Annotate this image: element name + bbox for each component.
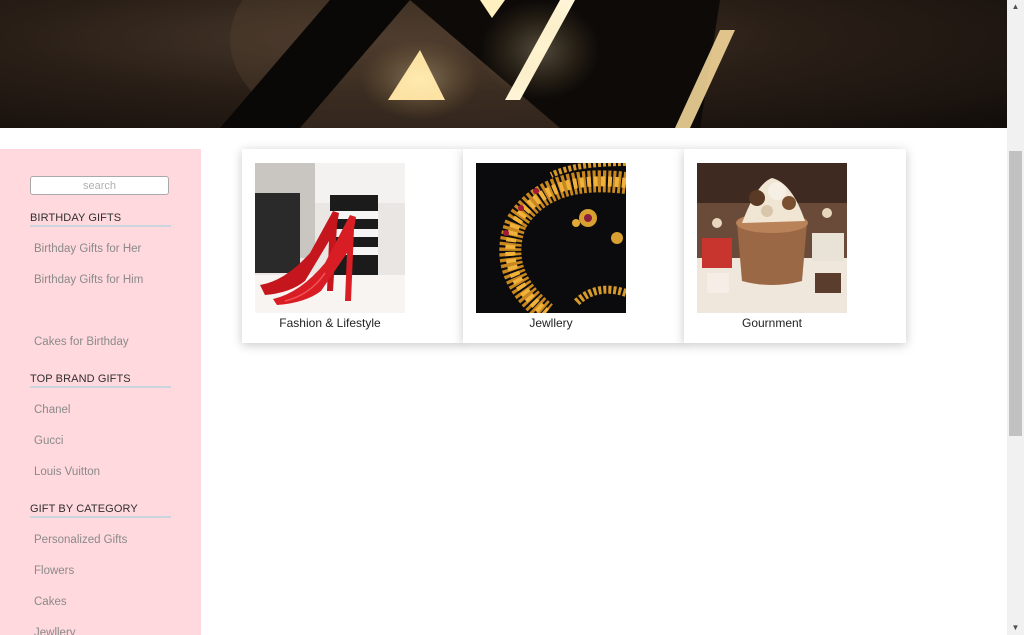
sidebar-link-chanel[interactable]: Chanel (34, 399, 154, 421)
sidebar-link-cakes[interactable]: Cakes (34, 591, 154, 613)
section-heading-gift-by-category: GIFT BY CATEGORY (30, 503, 171, 518)
category-cards: Fashion & Lifestyle Jewllery Gournment (242, 149, 906, 343)
scroll-down-arrow-icon[interactable]: ▼ (1007, 621, 1024, 635)
sidebar-link-personalized-gifts[interactable]: Personalized Gifts (34, 529, 154, 551)
red-heels-image[interactable] (255, 163, 405, 313)
scrollbar-thumb[interactable] (1009, 151, 1022, 436)
category-card-jewllery[interactable]: Jewllery (463, 149, 685, 343)
sidebar-link-cakes-for-birthday[interactable]: Cakes for Birthday (34, 331, 154, 353)
search-input[interactable] (30, 176, 169, 195)
sidebar-link-birthday-gifts-for-her[interactable]: Birthday Gifts for Her (34, 238, 154, 260)
gold-necklace-image[interactable] (476, 163, 626, 313)
section-heading-top-brand-gifts: TOP BRAND GIFTS (30, 373, 171, 388)
category-card-gournment[interactable]: Gournment (684, 149, 906, 343)
category-caption[interactable]: Gournment (697, 316, 847, 330)
sidebar-link-jewllery[interactable]: Jewllery (34, 622, 154, 635)
section-heading-birthday-gifts: BIRTHDAY GIFTS (30, 212, 171, 227)
sidebar-link-flowers[interactable]: Flowers (34, 560, 154, 582)
sidebar: BIRTHDAY GIFTS Birthday Gifts for Her Bi… (0, 149, 201, 635)
category-caption[interactable]: Fashion & Lifestyle (255, 316, 405, 330)
page-scrollbar[interactable]: ▲ ▼ (1007, 0, 1024, 635)
category-caption[interactable]: Jewllery (476, 316, 626, 330)
sidebar-link-louis-vuitton[interactable]: Louis Vuitton (34, 461, 154, 483)
sidebar-link-birthday-gifts-for-him[interactable]: Birthday Gifts for Him (34, 269, 154, 291)
hero-logo-graphic (220, 0, 735, 128)
hero-banner (0, 0, 1007, 128)
scroll-up-arrow-icon[interactable]: ▲ (1007, 0, 1024, 14)
category-card-fashion-lifestyle[interactable]: Fashion & Lifestyle (242, 149, 464, 343)
sidebar-link-gucci[interactable]: Gucci (34, 430, 154, 452)
chocolate-cake-image[interactable] (697, 163, 847, 313)
